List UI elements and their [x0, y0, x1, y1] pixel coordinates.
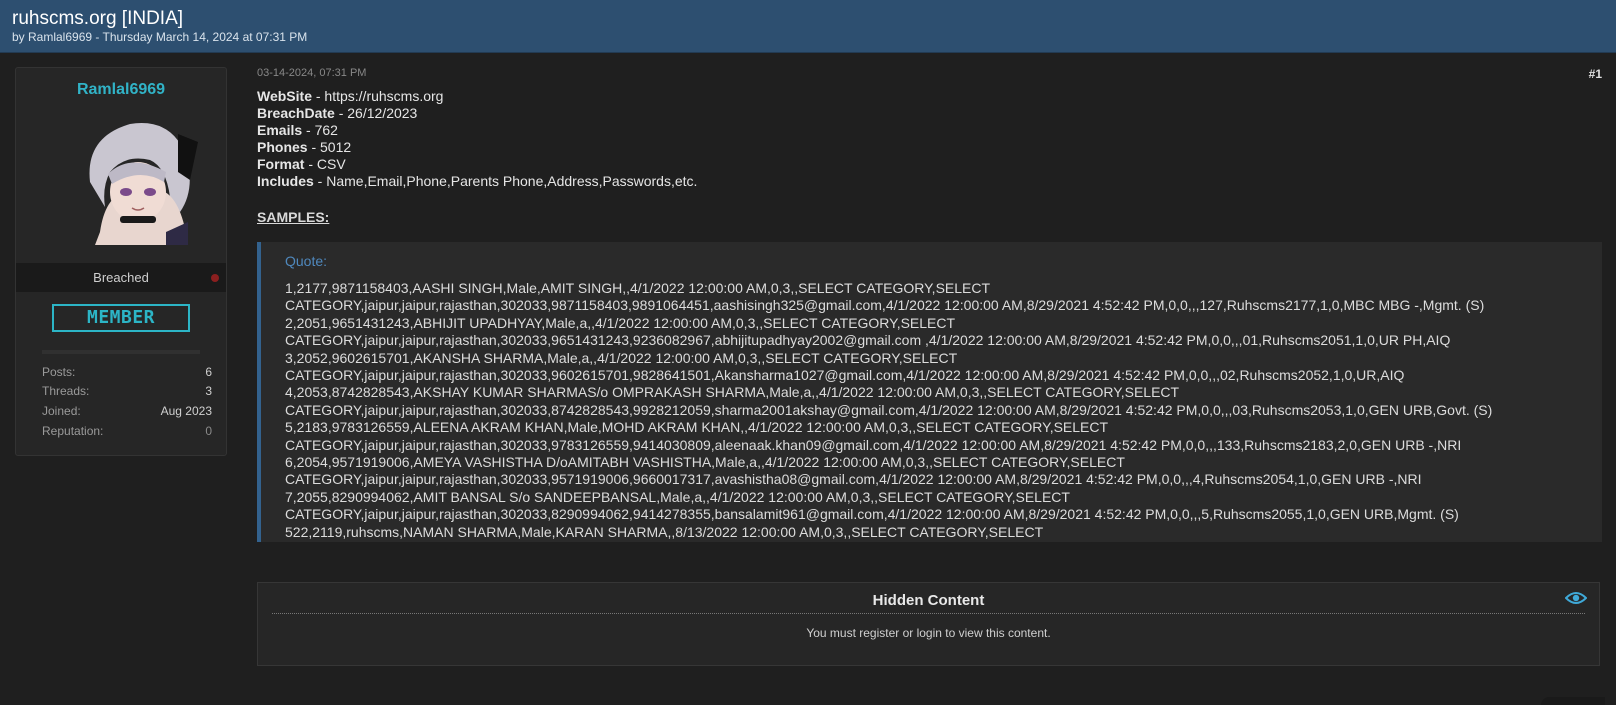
thread-byline: by Ramlal6969 - Thursday March 14, 2024 …: [12, 30, 308, 44]
hidden-content-box: Hidden Content You must register or logi…: [257, 582, 1600, 666]
quote-line: 3,2052,9602615701,AKANSHA SHARMA,Male,a,…: [285, 349, 958, 366]
quote-text: 1,2177,9871158403,AASHI SINGH,Male,AMIT …: [285, 280, 1595, 541]
quote-line: 4,2053,8742828543,AKSHAY KUMAR SHARMAS/o…: [285, 384, 1180, 401]
hidden-content-message: You must register or login to view this …: [806, 626, 1051, 640]
online-status-row: Breached: [16, 263, 226, 292]
field-format: Format - CSV: [257, 156, 346, 172]
stat-posts: Posts: 6: [42, 365, 212, 379]
quote-line: CATEGORY,jaipur,jaipur,rajasthan,302033,…: [285, 401, 1493, 418]
post-date: 03-14-2024, 07:31 PM: [257, 67, 367, 79]
quote-line: 1,2177,9871158403,AASHI SINGH,Male,AMIT …: [285, 280, 991, 296]
author-username[interactable]: Ramlal6969: [16, 81, 226, 99]
quote-line: CATEGORY,jaipur,jaipur,rajasthan,302033,…: [285, 367, 1405, 384]
stats-divider: [42, 350, 200, 354]
field-breachdate: BreachDate - 26/12/2023: [257, 105, 418, 121]
stat-reputation: Reputation: 0: [42, 424, 212, 438]
hidden-content-title: Hidden Content: [872, 592, 985, 609]
field-phones: Phones - 5012: [257, 139, 352, 155]
hidden-content-divider: [272, 613, 1585, 614]
quote-block[interactable]: Quote: 1,2177,9871158403,AASHI SINGH,Mal…: [257, 242, 1602, 542]
quote-line: 522,2119,ruhscms,NAMAN SHARMA,Male,KARAN…: [285, 523, 1044, 540]
quote-line: 5,2183,9783126559,ALEENA AKRAM KHAN,Male…: [285, 419, 1109, 436]
quote-line: CATEGORY,jaipur,jaipur,rajasthan,302033,…: [285, 471, 1422, 488]
status-dot-icon: [211, 274, 219, 282]
rank-badge: MEMBER: [52, 304, 190, 332]
field-includes: Includes - Name,Email,Phone,Parents Phon…: [257, 173, 698, 189]
quote-label: Quote:: [285, 253, 328, 269]
eye-icon[interactable]: [1565, 590, 1587, 606]
samples-heading: SAMPLES:: [257, 209, 330, 225]
thread-header: ruhscms.org [INDIA] by Ramlal6969 - Thur…: [0, 0, 1616, 53]
quote-line: CATEGORY,jaipur,jaipur,rajasthan,302033,…: [285, 506, 1459, 523]
page-corner-element: [1541, 697, 1605, 705]
quote-line: 7,2055,8290994062,AMIT BANSAL S/o SANDEE…: [285, 488, 1070, 505]
avatar[interactable]: [70, 112, 203, 245]
field-emails: Emails - 762: [257, 122, 338, 138]
quote-line: CATEGORY,jaipur,jaipur,rajasthan,302033,…: [285, 297, 1485, 314]
quote-line: 2,2051,9651431243,ABHIJIT UPADHYAY,Male,…: [285, 314, 956, 331]
user-status: Breached: [93, 270, 149, 285]
post-number-link[interactable]: #1: [1589, 67, 1602, 81]
thread-title: ruhscms.org [INDIA]: [12, 8, 184, 29]
author-panel: Ramlal6969 Breached MEMBER Posts: 6 Thre…: [15, 67, 227, 456]
quote-line: 6,2054,9571919006,AMEYA VASHISTHA D/oAMI…: [285, 454, 1125, 471]
quote-line: CATEGORY,jaipur,jaipur,rajasthan,302033,…: [285, 332, 1451, 349]
stat-threads: Threads: 3: [42, 384, 212, 398]
stat-joined: Joined: Aug 2023: [42, 404, 212, 418]
quote-line: CATEGORY,jaipur,jaipur,rajasthan,302033,…: [285, 436, 1462, 453]
field-website: WebSite - https://ruhscms.org: [257, 88, 444, 104]
